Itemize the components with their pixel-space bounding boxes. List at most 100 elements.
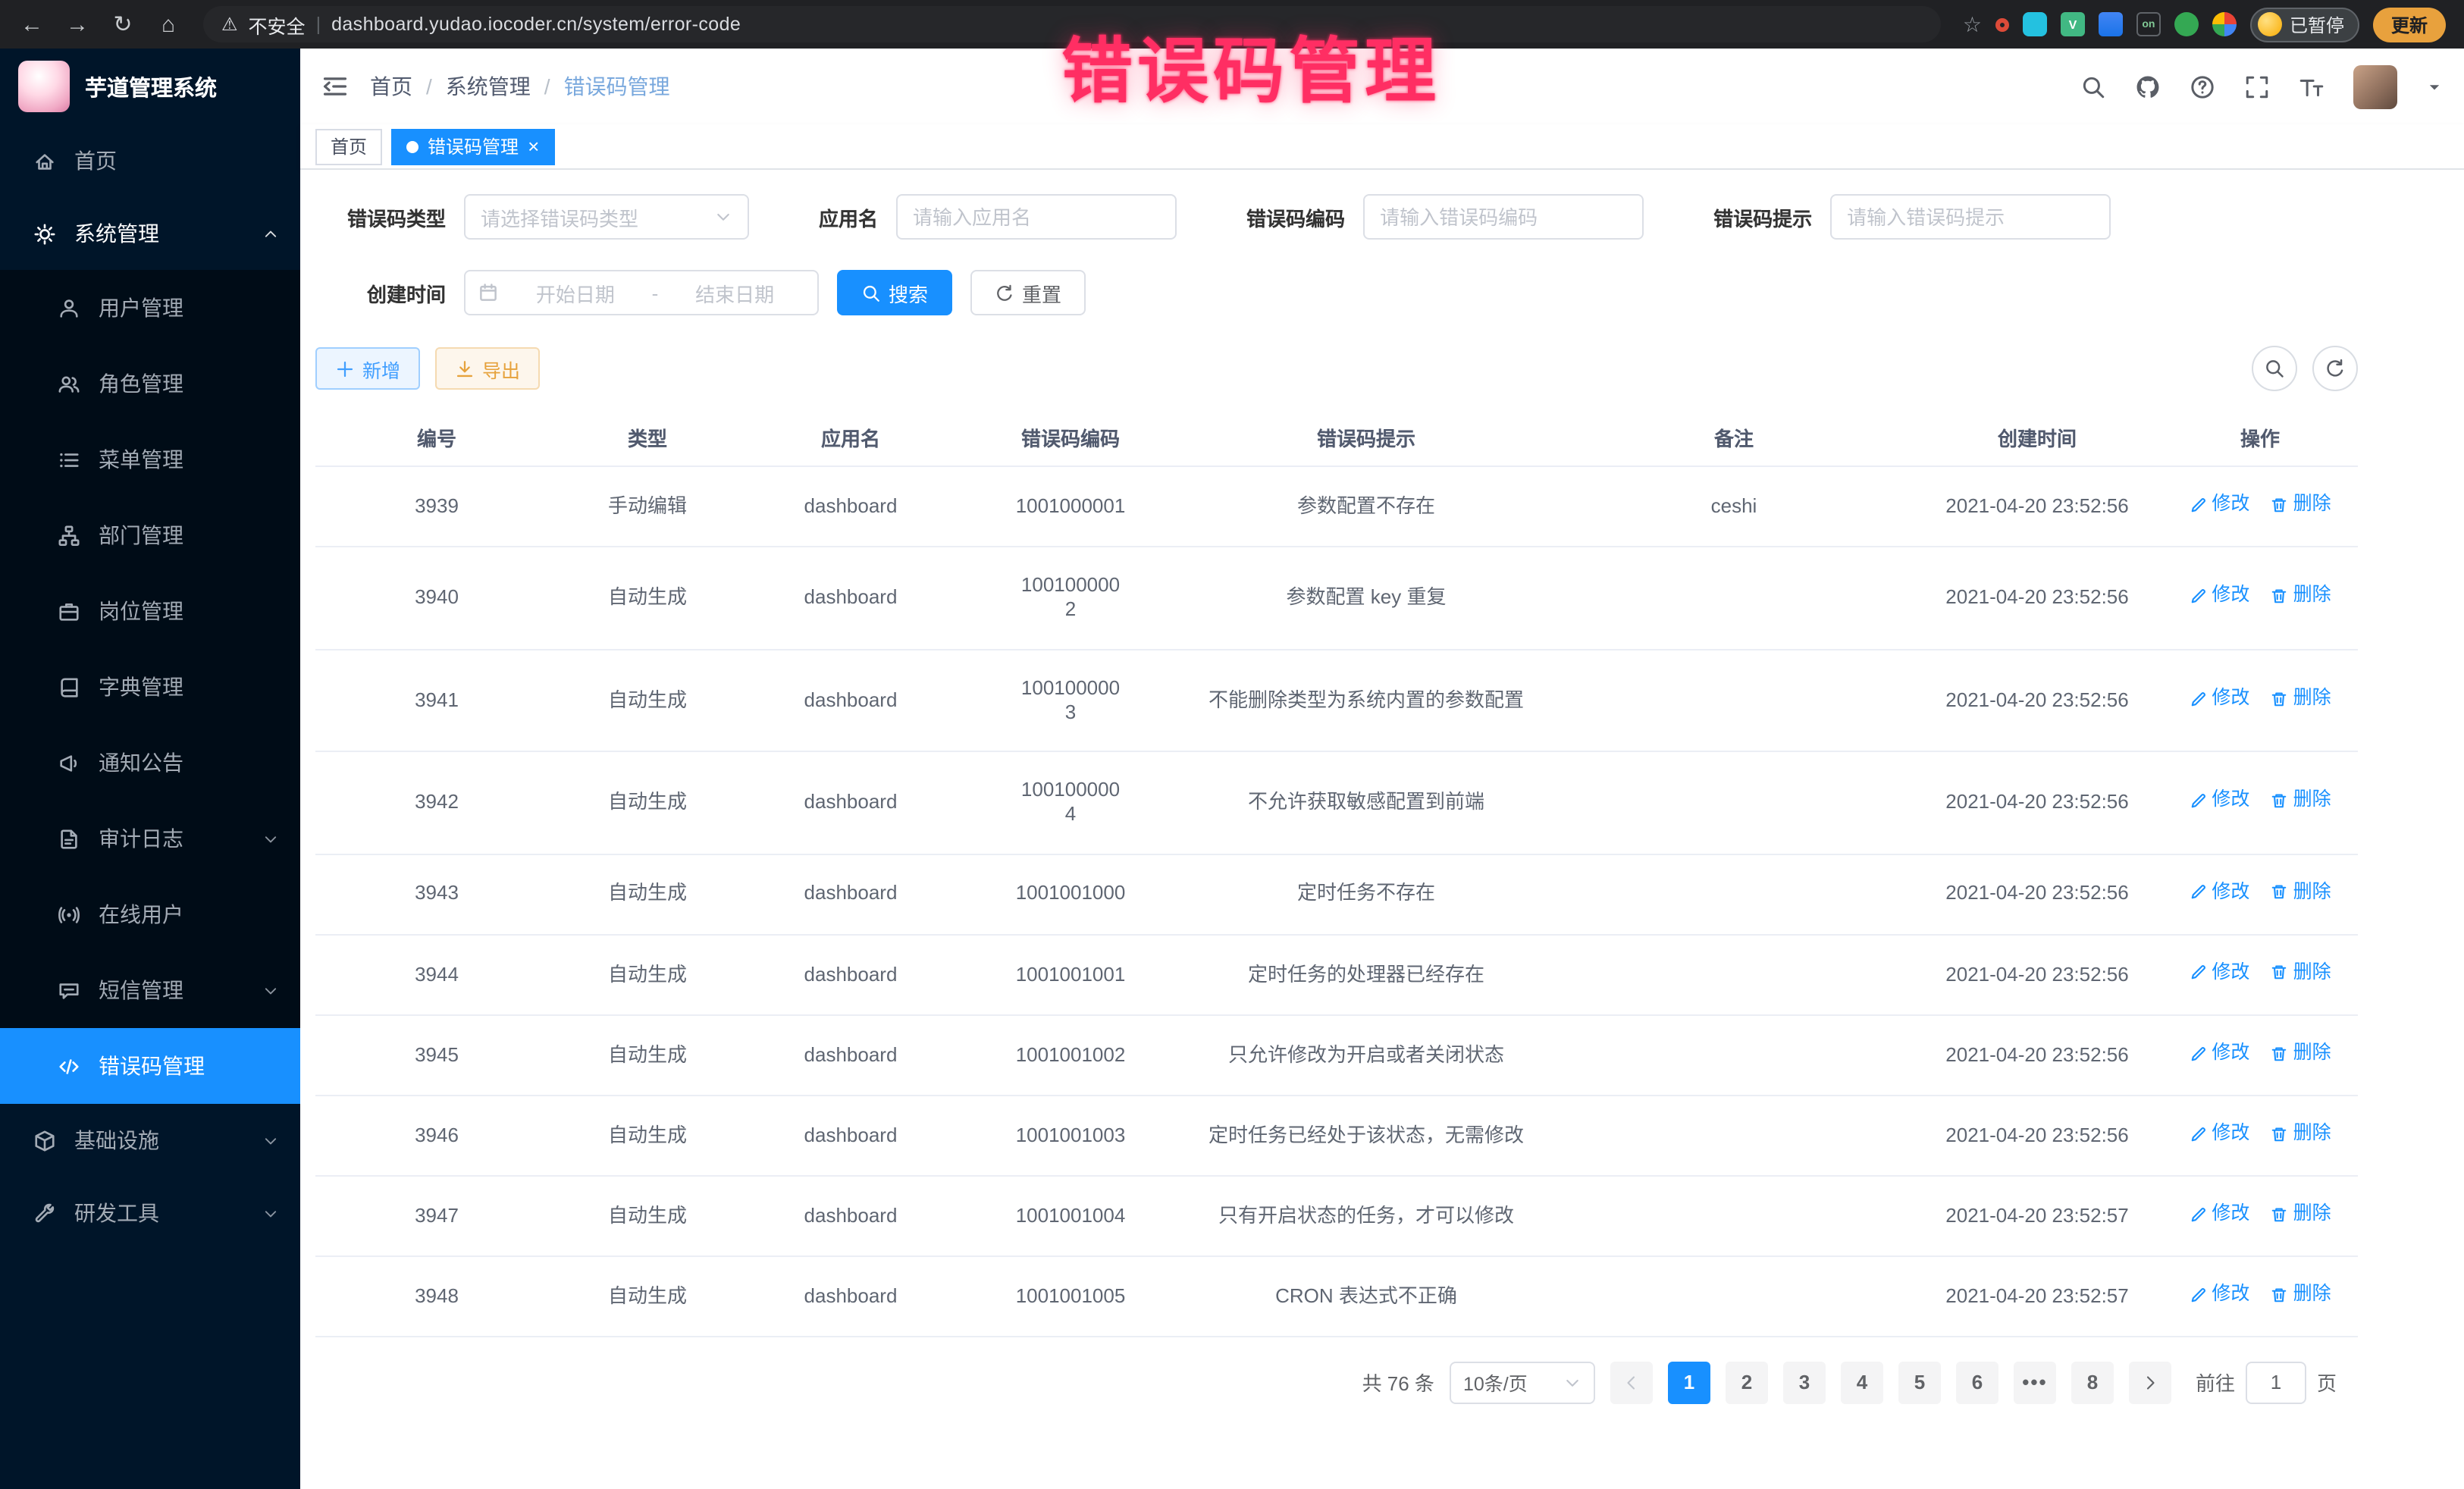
extension-icon-vue[interactable]: V [2061, 12, 2085, 36]
edit-link[interactable]: 修改 [2189, 789, 2249, 813]
sidebar-menu-item[interactable]: 首页 [0, 124, 300, 197]
sidebar-menu-item[interactable]: 系统管理 [0, 197, 300, 270]
next-page-button[interactable] [2129, 1362, 2171, 1404]
back-button[interactable]: ← [12, 5, 52, 44]
goto-page-input[interactable] [2246, 1362, 2306, 1404]
breadcrumb-item-home[interactable]: 首页 [370, 71, 412, 102]
error-type-select[interactable]: 请选择错误码类型 [464, 194, 749, 240]
sidebar-submenu-item[interactable]: 角色管理 [0, 346, 300, 422]
add-button[interactable]: 新增 [315, 347, 420, 390]
extension-icon-on[interactable]: on [2136, 12, 2161, 36]
edit-link[interactable]: 修改 [2189, 880, 2249, 904]
edit-link[interactable]: 修改 [2189, 961, 2249, 984]
toggle-search-button[interactable] [2252, 346, 2297, 391]
refresh-icon [995, 283, 1014, 303]
reset-button[interactable]: 重置 [970, 270, 1086, 315]
logo-row[interactable]: 芋道管理系统 [0, 49, 300, 124]
extension-icon-green[interactable] [2174, 12, 2199, 36]
extension-icon-teal[interactable] [2023, 12, 2047, 36]
fullscreen-icon[interactable] [2244, 74, 2270, 99]
edit-link[interactable]: 修改 [2189, 493, 2249, 516]
sidebar-submenu-item[interactable]: 字典管理 [0, 649, 300, 725]
caret-down-icon[interactable] [2426, 78, 2443, 95]
sidebar-menu: 首页 系统管理 用户管理 角色管理 菜单管理 部门管理 岗位管理 字典管理 通知… [0, 124, 300, 1489]
address-bar[interactable]: ⚠ 不安全 | dashboard.yudao.iocoder.cn/syste… [203, 6, 1942, 42]
page-size-select[interactable]: 10条/页 [1450, 1362, 1595, 1404]
extension-icon-red-ring[interactable] [1995, 17, 2009, 31]
sidebar-submenu-item[interactable]: 在线用户 [0, 876, 300, 952]
breadcrumb-item-system[interactable]: 系统管理 [446, 71, 531, 102]
home-button[interactable]: ⌂ [149, 5, 188, 44]
warning-icon: ⚠ [221, 14, 238, 35]
font-size-icon[interactable] [2299, 74, 2324, 99]
delete-link[interactable]: 删除 [2271, 585, 2331, 608]
forward-button[interactable]: → [58, 5, 97, 44]
sidebar-menu-item[interactable]: 基础设施 [0, 1104, 300, 1177]
delete-link[interactable]: 删除 [2271, 687, 2331, 710]
sidebar-submenu-item[interactable]: 错误码管理 [0, 1028, 300, 1104]
edit-link[interactable]: 修改 [2189, 687, 2249, 710]
filter-label-type: 错误码类型 [315, 202, 446, 231]
extensions-puzzle-icon[interactable] [2212, 12, 2237, 36]
tab-home[interactable]: 首页 [315, 128, 382, 165]
edit-link[interactable]: 修改 [2189, 1283, 2249, 1306]
extension-icon-blue[interactable] [2099, 12, 2123, 36]
tab-close-icon[interactable] [528, 136, 539, 157]
total-count: 共 76 条 [1362, 1368, 1434, 1397]
sidebar-submenu-item[interactable]: 短信管理 [0, 952, 300, 1028]
sidebar-submenu-item[interactable]: 菜单管理 [0, 422, 300, 497]
delete-link[interactable]: 删除 [2271, 961, 2331, 984]
delete-link[interactable]: 删除 [2271, 1041, 2331, 1064]
page-content: 错误码类型 请选择错误码类型 应用名 错误码编码 错误码提示 创建时间 [300, 170, 2464, 1489]
topbar: 首页 系统管理 错误码管理 [300, 49, 2464, 124]
edit-link[interactable]: 修改 [2189, 1202, 2249, 1226]
reload-button[interactable]: ↻ [103, 5, 143, 44]
github-icon[interactable] [2135, 74, 2161, 99]
cell-memo [1556, 649, 1912, 751]
sidebar-submenu-item[interactable]: 岗位管理 [0, 573, 300, 649]
cell-error-hint: CRON 表达式不正确 [1177, 1256, 1556, 1337]
cell-error-hint: 参数配置不存在 [1177, 466, 1556, 547]
search-button[interactable]: 搜索 [837, 270, 952, 315]
profile-paused-badge[interactable]: 已暂停 [2250, 7, 2359, 42]
delete-link[interactable]: 删除 [2271, 789, 2331, 813]
sidebar-submenu-item[interactable]: 部门管理 [0, 497, 300, 573]
delete-link[interactable]: 删除 [2271, 1202, 2331, 1226]
sidebar-submenu-item[interactable]: 通知公告 [0, 725, 300, 801]
cell-error-code: 1001001005 [964, 1256, 1177, 1337]
sidebar-collapse-button[interactable] [321, 73, 349, 100]
search-icon[interactable] [2080, 74, 2106, 99]
sidebar-menu-item[interactable]: 研发工具 [0, 1177, 300, 1249]
edit-link[interactable]: 修改 [2189, 1041, 2249, 1064]
error-code-input[interactable] [1363, 194, 1644, 240]
help-icon[interactable] [2190, 74, 2215, 99]
create-time-range-picker[interactable]: 开始日期 - 结束日期 [464, 270, 819, 315]
delete-link[interactable]: 删除 [2271, 1283, 2331, 1306]
tab-error-code[interactable]: 错误码管理 [391, 128, 554, 165]
page-size-value: 10条/页 [1463, 1368, 1528, 1397]
delete-link[interactable]: 删除 [2271, 493, 2331, 516]
trash-icon [2271, 1044, 2289, 1062]
bookmark-star-icon[interactable]: ☆ [1963, 11, 1982, 37]
page-button[interactable]: 8 [2071, 1362, 2114, 1404]
app-name-input[interactable] [896, 194, 1177, 240]
sidebar-submenu-item[interactable]: 审计日志 [0, 801, 300, 876]
export-button[interactable]: 导出 [435, 347, 540, 390]
page-button[interactable]: 4 [1841, 1362, 1883, 1404]
delete-link[interactable]: 删除 [2271, 880, 2331, 904]
delete-link[interactable]: 删除 [2271, 1122, 2331, 1146]
sidebar-submenu-item[interactable]: 用户管理 [0, 270, 300, 346]
page-button[interactable]: 5 [1898, 1362, 1941, 1404]
more-pages-button[interactable]: ••• [2014, 1362, 2056, 1404]
refresh-table-button[interactable] [2312, 346, 2358, 391]
page-button[interactable]: 1 [1668, 1362, 1710, 1404]
page-button[interactable]: 2 [1726, 1362, 1768, 1404]
prev-page-button[interactable] [1610, 1362, 1653, 1404]
browser-update-button[interactable]: 更新 [2373, 7, 2446, 42]
page-button[interactable]: 6 [1956, 1362, 1998, 1404]
page-button[interactable]: 3 [1783, 1362, 1826, 1404]
error-hint-input[interactable] [1830, 194, 2111, 240]
avatar[interactable] [2353, 64, 2397, 108]
edit-link[interactable]: 修改 [2189, 1122, 2249, 1146]
edit-link[interactable]: 修改 [2189, 585, 2249, 608]
